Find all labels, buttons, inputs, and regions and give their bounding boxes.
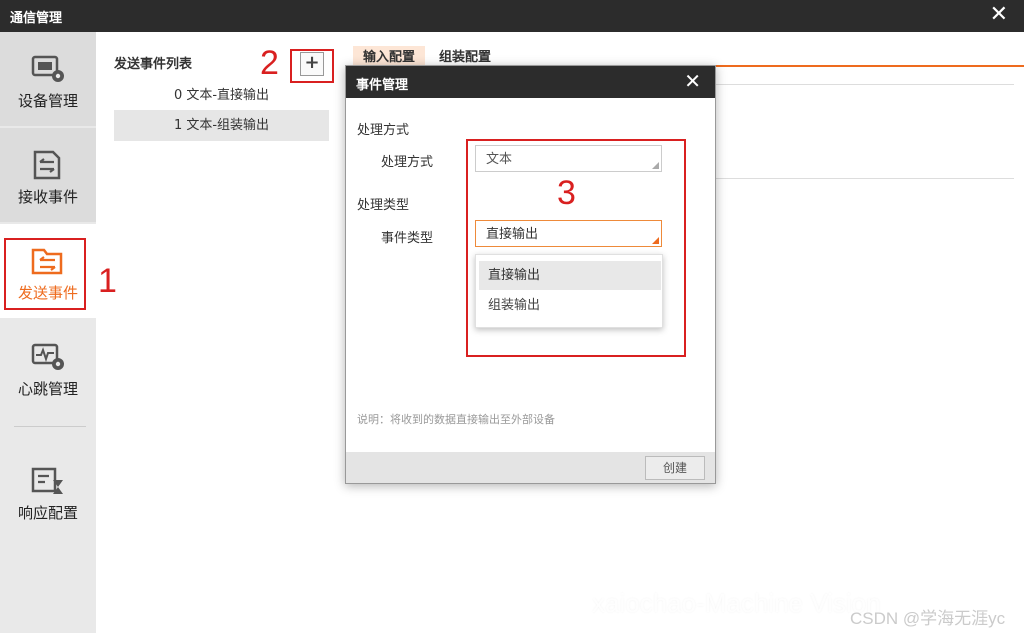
sidebar-item-label: 响应配置 — [17, 504, 78, 522]
annotation-box-2 — [290, 49, 334, 83]
section-processing-mode: 处理方式 — [357, 123, 410, 138]
list-item[interactable]: 0 文本-直接输出 — [114, 80, 329, 111]
annotation-label-1: 1 — [98, 262, 117, 300]
watermark-text: xaiochao-Machine Vision — [592, 588, 881, 618]
response-config-icon — [31, 467, 63, 494]
sidebar: 设备管理 接收事件 发送事件 心跳管理 响应配置 — [0, 32, 96, 633]
sidebar-item-heartbeat[interactable]: 心跳管理 — [0, 320, 96, 414]
window-title: 通信管理 — [10, 11, 63, 26]
sidebar-divider — [14, 426, 86, 427]
window-titlebar: 通信管理 ✕ — [0, 0, 1024, 32]
event-type-label: 事件类型 — [381, 231, 434, 246]
window-close-icon[interactable]: ✕ — [990, 2, 1008, 27]
sidebar-item-label: 心跳管理 — [17, 380, 78, 398]
sidebar-item-response-config[interactable]: 响应配置 — [0, 444, 96, 538]
send-event-list-panel: 发送事件列表 + 0 文本-直接输出 1 文本-组装输出 — [96, 32, 342, 633]
dialog-close-icon[interactable]: ✕ — [684, 69, 701, 93]
divider — [714, 178, 1014, 179]
dialog-description: 说明：将收到的数据直接输出至外部设备 — [357, 413, 555, 426]
sidebar-item-label: 设备管理 — [17, 92, 78, 110]
device-settings-icon — [31, 55, 64, 82]
tab-assembly-config[interactable]: 组装配置 — [439, 46, 491, 66]
list-item-selected[interactable]: 1 文本-组装输出 — [114, 110, 329, 141]
tab-input-config[interactable]: 输入配置 — [353, 46, 426, 66]
annotation-box-3 — [466, 139, 686, 357]
processing-mode-label: 处理方式 — [381, 155, 434, 170]
csdn-watermark: CSDN @学海无涯yc — [850, 609, 1006, 628]
sidebar-item-label: 接收事件 — [17, 188, 78, 206]
dialog-titlebar: 事件管理 ✕ — [346, 66, 715, 98]
annotation-box-1 — [4, 238, 86, 310]
create-button[interactable]: 创建 — [645, 456, 705, 480]
sidebar-item-device-management[interactable]: 设备管理 — [0, 32, 96, 126]
sidebar-item-receive-event[interactable]: 接收事件 — [0, 128, 96, 222]
heartbeat-icon — [31, 343, 64, 370]
event-list-title: 发送事件列表 — [114, 57, 193, 72]
section-processing-type: 处理类型 — [357, 198, 410, 213]
dialog-footer: 创建 — [346, 452, 715, 483]
annotation-label-2: 2 — [260, 44, 279, 82]
receive-event-icon — [33, 150, 61, 180]
dialog-title: 事件管理 — [356, 78, 409, 93]
divider — [714, 84, 1014, 85]
annotation-label-3: 3 — [557, 174, 576, 212]
